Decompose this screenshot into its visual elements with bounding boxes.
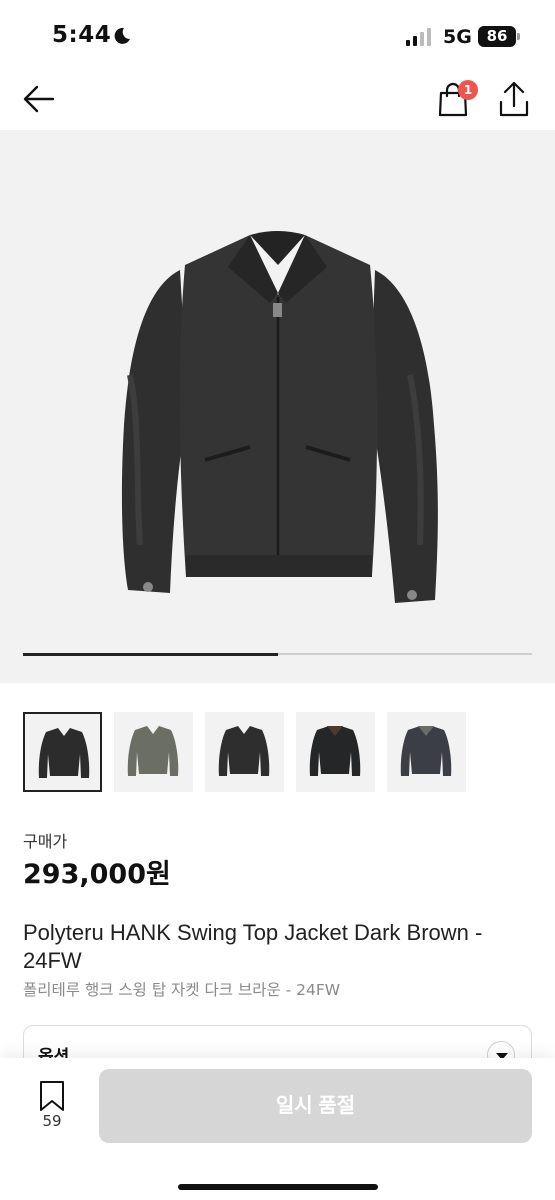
- back-arrow-icon[interactable]: [22, 82, 56, 116]
- thumbnail-4[interactable]: [296, 712, 375, 792]
- sold-out-button[interactable]: 일시 품절: [99, 1069, 532, 1143]
- product-jacket-image: [121, 231, 438, 603]
- home-indicator: [178, 1184, 378, 1190]
- moon-icon: [114, 27, 130, 44]
- gallery-progress-track: [23, 652, 532, 656]
- price-label: 구매가: [23, 832, 68, 851]
- product-title: Polyteru HANK Swing Top Jacket Dark Brow…: [23, 920, 483, 973]
- signal-icon: [406, 28, 431, 46]
- cart-count-badge: 1: [458, 80, 478, 100]
- thumbnail-3[interactable]: [205, 712, 284, 792]
- network-label: 5G: [443, 26, 472, 48]
- header: 1: [0, 72, 555, 128]
- battery-nub: [517, 33, 520, 40]
- product-subtitle: 폴리테루 행크 스윙 탑 자켓 다크 브라운 - 24FW: [23, 981, 341, 999]
- battery-indicator: 86: [478, 26, 516, 47]
- status-time: 5:44: [52, 22, 112, 48]
- status-bar: 5:44 5G 86: [0, 0, 555, 72]
- bookmark-icon[interactable]: [38, 1080, 66, 1112]
- thumbnail-strip: [23, 712, 543, 792]
- product-price: 293,000원: [23, 859, 171, 890]
- thumbnail-5[interactable]: [387, 712, 466, 792]
- bottom-action-bar: 59 일시 품절: [0, 1058, 555, 1200]
- gallery-progress-fill: [23, 652, 278, 656]
- thumbnail-1[interactable]: [23, 712, 102, 792]
- bookmark-count: 59: [42, 1112, 62, 1130]
- thumbnail-2[interactable]: [114, 712, 193, 792]
- product-image-gallery[interactable]: [0, 130, 555, 683]
- share-icon[interactable]: [497, 80, 531, 118]
